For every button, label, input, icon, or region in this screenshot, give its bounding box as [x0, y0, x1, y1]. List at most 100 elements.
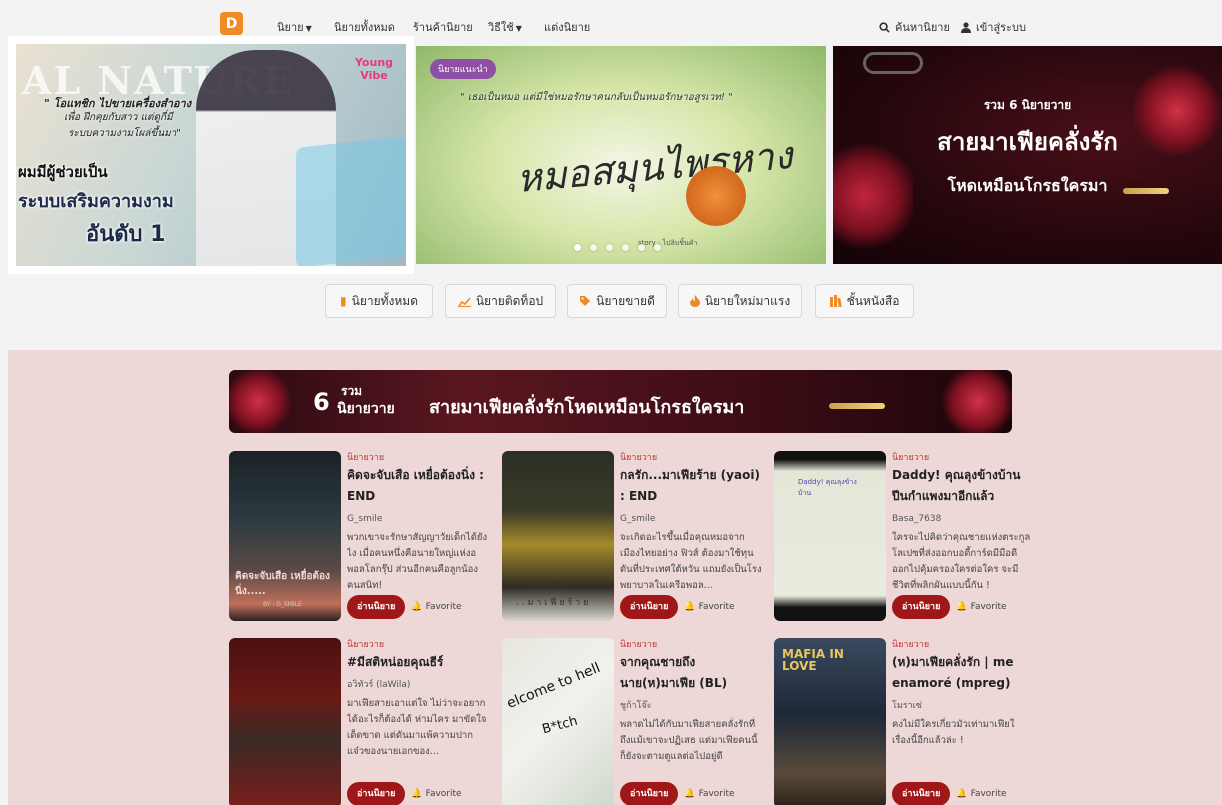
book-title[interactable]: #มีสติหน่อยคุณธีร์: [347, 652, 489, 673]
banner-1-headline-1: ผมมีผู้ช่วยเป็น: [18, 163, 108, 181]
book-description: มาเฟียสายเอาแต่ใจ ไม่ว่าจะอยากได้อะไรก็ต…: [347, 698, 487, 757]
book-title[interactable]: จากคุณชายถึงนาย(ห)มาเฟีย (BL): [620, 652, 762, 694]
strip-bullet: [829, 403, 885, 409]
read-novel-button[interactable]: อ่านนิยาย: [620, 595, 679, 619]
book-card[interactable]: ก ล รั ก . . . . . ม า เ ฟี ย ร้ า ย นิยาย…: [502, 451, 762, 621]
banner-2-calligraphy: หมอสมุนไพรหาง: [514, 133, 795, 201]
nav-search-label: ค้นหานิยาย: [895, 21, 950, 34]
book-icon: ▮: [340, 294, 347, 308]
category-bookshelf-label: ชั้นหนังสือ: [846, 293, 900, 308]
book-author[interactable]: G_smile: [620, 513, 762, 525]
nav-item-shop[interactable]: ร้านค้านิยาย: [413, 18, 473, 36]
book-description: พลาดไม่ได้กับมาเฟียสายคลั่งรักที่ถึงแม้เ…: [620, 719, 758, 762]
favorite-button[interactable]: 🔔 Favorite: [956, 789, 1006, 799]
banner-slide-herbal-doctor[interactable]: นิยายแนะนำ " เธอเป็นหมอ แต่มีใช่หมอรักษา…: [416, 46, 826, 264]
book-actions: อ่านนิยาย 🔔 Favorite: [347, 782, 462, 805]
bell-icon: 🔔: [956, 602, 968, 612]
book-card[interactable]: คิดจะจับเสือ เหยื่อต้องนิ่ง..... BY : G_S…: [229, 451, 489, 621]
banner-1-headline-3: อันดับ 1: [86, 222, 166, 247]
bookshelf-icon: [829, 295, 842, 307]
nav-item-howto-label: วิธีใช้: [488, 21, 514, 34]
category-bookshelf[interactable]: ชั้นหนังสือ: [815, 284, 914, 318]
strip-sub-label: นิยายวาย: [337, 401, 395, 417]
category-bestseller[interactable]: นิยายขายดี: [567, 284, 667, 318]
category-all-novels[interactable]: ▮ นิยายทั้งหมด: [325, 284, 433, 318]
book-author[interactable]: โมราเซ่: [892, 700, 1034, 712]
tag-icon: [580, 296, 591, 306]
book-title[interactable]: (ห)มาเฟียคลั่งรัก | me enamoré (mpreg): [892, 652, 1034, 694]
nav-item-write[interactable]: แต่งนิยาย: [544, 18, 590, 36]
book-author[interactable]: Basa_7638: [892, 513, 1034, 525]
carousel-dot[interactable]: [654, 244, 661, 251]
carousel-dot[interactable]: [574, 244, 581, 251]
book-cover[interactable]: ก ล รั ก . . . . . ม า เ ฟี ย ร้ า ย: [502, 451, 614, 621]
book-info: นิยายวาย (ห)มาเฟียคลั่งรัก | me enamoré (…: [892, 638, 1034, 805]
bell-icon: 🔔: [684, 789, 696, 799]
banner-slide-mafia-collection[interactable]: รวม 6 นิยายวาย สายมาเฟียคลั่งรัก โหดเหมื…: [833, 46, 1222, 264]
book-author[interactable]: ชูก้าโจ๊ะ: [620, 700, 762, 712]
book-description: พวกเขาจะรักษาสัญญาวัยเด็กได้ยังไง เมื่อค…: [347, 532, 488, 591]
favorite-button[interactable]: 🔔 Favorite: [956, 602, 1006, 612]
book-author[interactable]: G_smile: [347, 513, 489, 525]
book-info: นิยายวายจากคุณชายถึงนาย(ห)มาเฟีย (BL) ชูก…: [620, 638, 762, 805]
caret-down-icon: ▼: [515, 24, 522, 33]
read-novel-button[interactable]: อ่านนิยาย: [892, 782, 951, 805]
book-card[interactable]: elcome to hell B*tch นิยายวาย จากคุณชายถึงน…: [502, 638, 762, 805]
banner-slide-beauty-system[interactable]: AL NATURE Young Vibe " โอแทชิก ไปขายเครื…: [8, 36, 414, 274]
collection-banner-strip[interactable]: 6 รวม นิยายวาย สายมาเฟียคลั่งรักโหดเหมือ…: [229, 370, 1012, 433]
carousel-dot[interactable]: [590, 244, 597, 251]
strip-rose-left: [229, 370, 293, 433]
nav-login[interactable]: เข้าสู่ระบบ: [961, 18, 1026, 36]
book-info: นิยายวาย กลรัก...มาเฟียร้าย (yaoi) : END G…: [620, 451, 762, 621]
carousel-dot[interactable]: [622, 244, 629, 251]
banner-1-quote-2: เพื่อ ฝึกคุยกับสาว แต่ดูกี่มี: [64, 112, 173, 123]
book-title[interactable]: กลรัก...มาเฟียร้าย (yaoi) : END: [620, 465, 762, 507]
banner-2-tag: นิยายแนะนำ: [430, 59, 496, 79]
book-card[interactable]: Daddy! คุณลุงข้างบ้าน นิยายวาย Daddy! คุณล…: [774, 451, 1034, 621]
favorite-button[interactable]: 🔔 Favorite: [411, 602, 461, 612]
bell-icon: 🔔: [684, 602, 696, 612]
category-top-novels[interactable]: นิยายติดท็อป: [445, 284, 556, 318]
favorite-button[interactable]: 🔔 Favorite: [684, 789, 734, 799]
book-cover[interactable]: คิดจะจับเสือ เหยื่อต้องนิ่ง..... BY : G_S…: [229, 451, 341, 621]
book-cover-subtitle: . . ม า เ ฟี ย ร้ า ย: [516, 598, 589, 608]
caret-down-icon: ▼: [305, 24, 312, 33]
book-genre: นิยายวาย: [620, 640, 658, 650]
book-genre: นิยายวาย: [347, 640, 385, 650]
nav-item-howto[interactable]: วิธีใช้ ▼: [488, 18, 522, 36]
book-title[interactable]: Daddy! คุณลุงข้างบ้านปีนกำแพงมาอีกแล้ว: [892, 465, 1034, 507]
nav-item-all-novels[interactable]: นิยายทั้งหมด: [334, 18, 395, 36]
site-logo[interactable]: D: [220, 12, 243, 35]
book-cover-subtitle: B*tch: [540, 713, 580, 738]
read-novel-button[interactable]: อ่านนิยาย: [620, 782, 679, 805]
book-info: นิยายวาย คิดจะจับเสือ เหยื่อต้องนิ่ง : EN…: [347, 451, 489, 621]
book-cover[interactable]: Daddy! คุณลุงข้างบ้าน: [774, 451, 886, 621]
banner-3-handcuffs: [863, 52, 923, 74]
nav-login-label: เข้าสู่ระบบ: [976, 21, 1026, 34]
favorite-label: Favorite: [698, 602, 735, 612]
book-title[interactable]: คิดจะจับเสือ เหยื่อต้องนิ่ง : END: [347, 465, 489, 507]
favorite-button[interactable]: 🔔 Favorite: [411, 789, 461, 799]
book-card[interactable]: นิยายวาย #มีสติหน่อยคุณธีร์อวิทัวร์ (laWi…: [229, 638, 489, 805]
user-icon: [961, 21, 971, 33]
book-cover[interactable]: [229, 638, 341, 805]
category-new-hot[interactable]: นิยายใหม่มาแรง: [678, 284, 802, 318]
nav-item-novels-label: นิยาย: [277, 21, 304, 34]
book-cover[interactable]: MAFIA IN LOVE: [774, 638, 886, 805]
carousel-dot[interactable]: [606, 244, 613, 251]
strip-title: สายมาเฟียคลั่งรักโหดเหมือนโกรธใครมา: [429, 397, 745, 418]
read-novel-button[interactable]: อ่านนิยาย: [347, 782, 406, 805]
book-card[interactable]: MAFIA IN LOVE นิยายวาย (ห)มาเฟียคลั่งรัก |…: [774, 638, 1034, 805]
read-novel-button[interactable]: อ่านนิยาย: [347, 595, 406, 619]
book-author[interactable]: อวิทัวร์ (laWila): [347, 679, 489, 691]
favorite-label: Favorite: [425, 789, 462, 799]
nav-item-novels[interactable]: นิยาย ▼: [277, 18, 312, 36]
favorite-button[interactable]: 🔔 Favorite: [684, 602, 734, 612]
nav-search[interactable]: ค้นหานิยาย: [879, 18, 950, 36]
book-cover[interactable]: elcome to hell B*tch: [502, 638, 614, 805]
book-actions: อ่านนิยาย 🔔 Favorite: [892, 782, 1007, 805]
read-novel-button[interactable]: อ่านนิยาย: [892, 595, 951, 619]
banner-2-fox: [686, 166, 746, 226]
category-bestseller-label: นิยายขายดี: [596, 293, 655, 308]
carousel-dot[interactable]: [638, 244, 645, 251]
